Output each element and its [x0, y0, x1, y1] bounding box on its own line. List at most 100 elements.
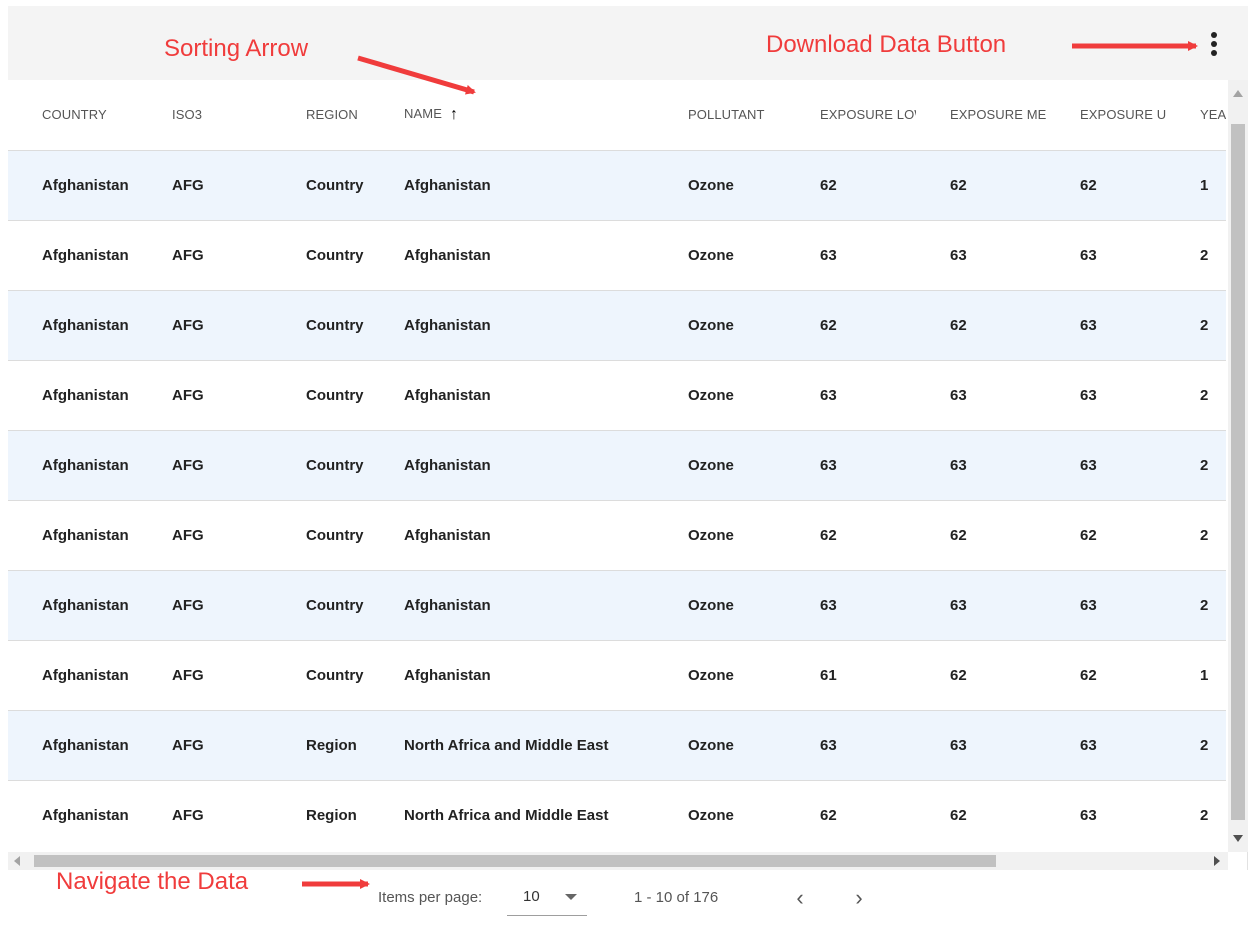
table-cell: Afghanistan [42, 596, 129, 614]
table-cell: Ozone [688, 596, 734, 614]
table-cell: Afghanistan [42, 456, 129, 474]
table-row[interactable]: Afghanistan AFG Country Afghanistan Ozone 62 6… [8, 500, 1226, 570]
table-cell: 63 [1080, 736, 1097, 754]
table-cell: 63 [820, 456, 837, 474]
table-row[interactable]: Afghanistan AFG Region North Africa and Mid… [8, 780, 1226, 850]
table-cell: 63 [820, 596, 837, 614]
column-header-label: COUNTRY [42, 107, 107, 123]
table-cell: North Africa and Middle East [404, 736, 609, 754]
table-cell: 63 [820, 246, 837, 264]
table-cell: 63 [1080, 596, 1097, 614]
table-cell: AFG [172, 316, 204, 334]
table-header: COUNTRY ISO3 REGION NAME ↑ POLLUTANT EXPOSURE … [8, 80, 1226, 150]
table-cell: Country [306, 456, 364, 474]
table-cell: Afghanistan [404, 526, 491, 544]
table-cell: Afghanistan [42, 386, 129, 404]
table-cell: Afghanistan [404, 386, 491, 404]
header-row: COUNTRY ISO3 REGION NAME ↑ POLLUTANT EXPOSURE … [8, 80, 1226, 150]
table-cell: 62 [820, 526, 837, 544]
table-row[interactable]: Afghanistan AFG Country Afghanistan Ozone 61 6… [8, 640, 1226, 710]
table-cell: Afghanistan [42, 316, 129, 334]
table-cell: Ozone [688, 806, 734, 824]
table-cell: Country [306, 526, 364, 544]
table-cell: 62 [950, 666, 967, 684]
horizontal-scroll-thumb[interactable] [34, 855, 996, 867]
table-cell: 63 [950, 596, 967, 614]
table-cell: 62 [950, 526, 967, 544]
column-header-exposure-upper[interactable]: EXPOSURE UPPER [1046, 80, 1166, 150]
table-cell: 62 [820, 806, 837, 824]
table-cell: 63 [950, 246, 967, 264]
table-row[interactable]: Afghanistan AFG Country Afghanistan Ozone 63 6… [8, 430, 1226, 500]
items-per-page-label: Items per page: [378, 889, 483, 906]
table-cell: 1 [1200, 176, 1209, 194]
vertical-scroll-thumb[interactable] [1231, 124, 1245, 820]
column-header-label: ISO3 [172, 107, 203, 123]
table-cell: Country [306, 176, 364, 194]
table-cell: Region [306, 736, 357, 754]
table-row[interactable]: Afghanistan AFG Country Afghanistan Ozone 62 6… [8, 150, 1226, 220]
table-row[interactable]: Afghanistan AFG Country Afghanistan Ozone 62 6… [8, 290, 1226, 360]
column-header-year[interactable]: YEAR [1166, 80, 1226, 150]
column-header-region[interactable]: REGION [272, 80, 390, 150]
table-cell: Afghanistan [404, 246, 491, 264]
items-per-page-select[interactable]: 10 [507, 880, 587, 916]
table-row[interactable]: Afghanistan AFG Country Afghanistan Ozone 63 6… [8, 360, 1226, 430]
table-cell: Ozone [688, 246, 734, 264]
table-cell: 63 [820, 386, 837, 404]
table-cell: Ozone [688, 316, 734, 334]
scroll-left-icon[interactable] [14, 856, 20, 866]
chevron-right-icon[interactable]: › [842, 876, 876, 920]
table-cell: Country [306, 386, 364, 404]
table-cell: 63 [950, 386, 967, 404]
column-header-name[interactable]: NAME ↑ [390, 80, 654, 150]
table-cell: Country [306, 246, 364, 264]
column-header-label: YEAR [1200, 107, 1226, 123]
column-header-label: REGION [306, 107, 358, 123]
table-cell: 2 [1200, 456, 1209, 474]
column-header-country[interactable]: COUNTRY [8, 80, 138, 150]
table-cell: 63 [1080, 316, 1097, 334]
table-cell: Ozone [688, 456, 734, 474]
table-cell: 61 [820, 666, 837, 684]
more-vert-icon[interactable] [1208, 28, 1222, 68]
table-cell: 63 [1080, 456, 1097, 474]
table-cell: 2 [1200, 806, 1209, 824]
table-cell: Ozone [688, 176, 734, 194]
table-cell: 2 [1200, 596, 1209, 614]
table-cell: Country [306, 316, 364, 334]
table-cell: 62 [1080, 176, 1097, 194]
annotation-download-button: Download Data Button [766, 31, 1007, 58]
table-cell: Afghanistan [404, 176, 491, 194]
dropdown-caret-icon [565, 894, 577, 900]
chevron-left-icon[interactable]: ‹ [783, 876, 817, 920]
column-header-iso3[interactable]: ISO3 [138, 80, 272, 150]
table-cell: 63 [950, 736, 967, 754]
arrow-up-icon[interactable]: ↑ [450, 106, 458, 124]
scroll-down-icon[interactable] [1233, 835, 1243, 842]
table-cell: Afghanistan [404, 666, 491, 684]
table-cell: 62 [1080, 526, 1097, 544]
column-header-pollutant[interactable]: POLLUTANT [654, 80, 786, 150]
items-per-page-value: 10 [523, 888, 540, 905]
table-cell: AFG [172, 596, 204, 614]
table-cell: 63 [1080, 806, 1097, 824]
vertical-scrollbar[interactable] [1228, 80, 1248, 852]
table-row[interactable]: Afghanistan AFG Region North Africa and Mid… [8, 710, 1226, 780]
table-cell: Region [306, 806, 357, 824]
column-header-label: EXPOSURE UPPER [1080, 107, 1166, 123]
table-cell: Country [306, 666, 364, 684]
column-header-exposure-lower[interactable]: EXPOSURE LOWER [786, 80, 916, 150]
table-cell: Afghanistan [404, 316, 491, 334]
scroll-right-icon[interactable] [1214, 856, 1220, 866]
table-cell: Afghanistan [404, 596, 491, 614]
table-cell: Ozone [688, 386, 734, 404]
table-row[interactable]: Afghanistan AFG Country Afghanistan Ozone 63 6… [8, 570, 1226, 640]
table-row[interactable]: Afghanistan AFG Country Afghanistan Ozone 63 6… [8, 220, 1226, 290]
table-cell: 62 [950, 316, 967, 334]
column-header-exposure-mean[interactable]: EXPOSURE MEAN [916, 80, 1046, 150]
scroll-up-icon[interactable] [1233, 90, 1243, 97]
table-cell: 63 [950, 456, 967, 474]
table-cell: Afghanistan [42, 806, 129, 824]
column-header-label: EXPOSURE LOWER [820, 107, 916, 123]
